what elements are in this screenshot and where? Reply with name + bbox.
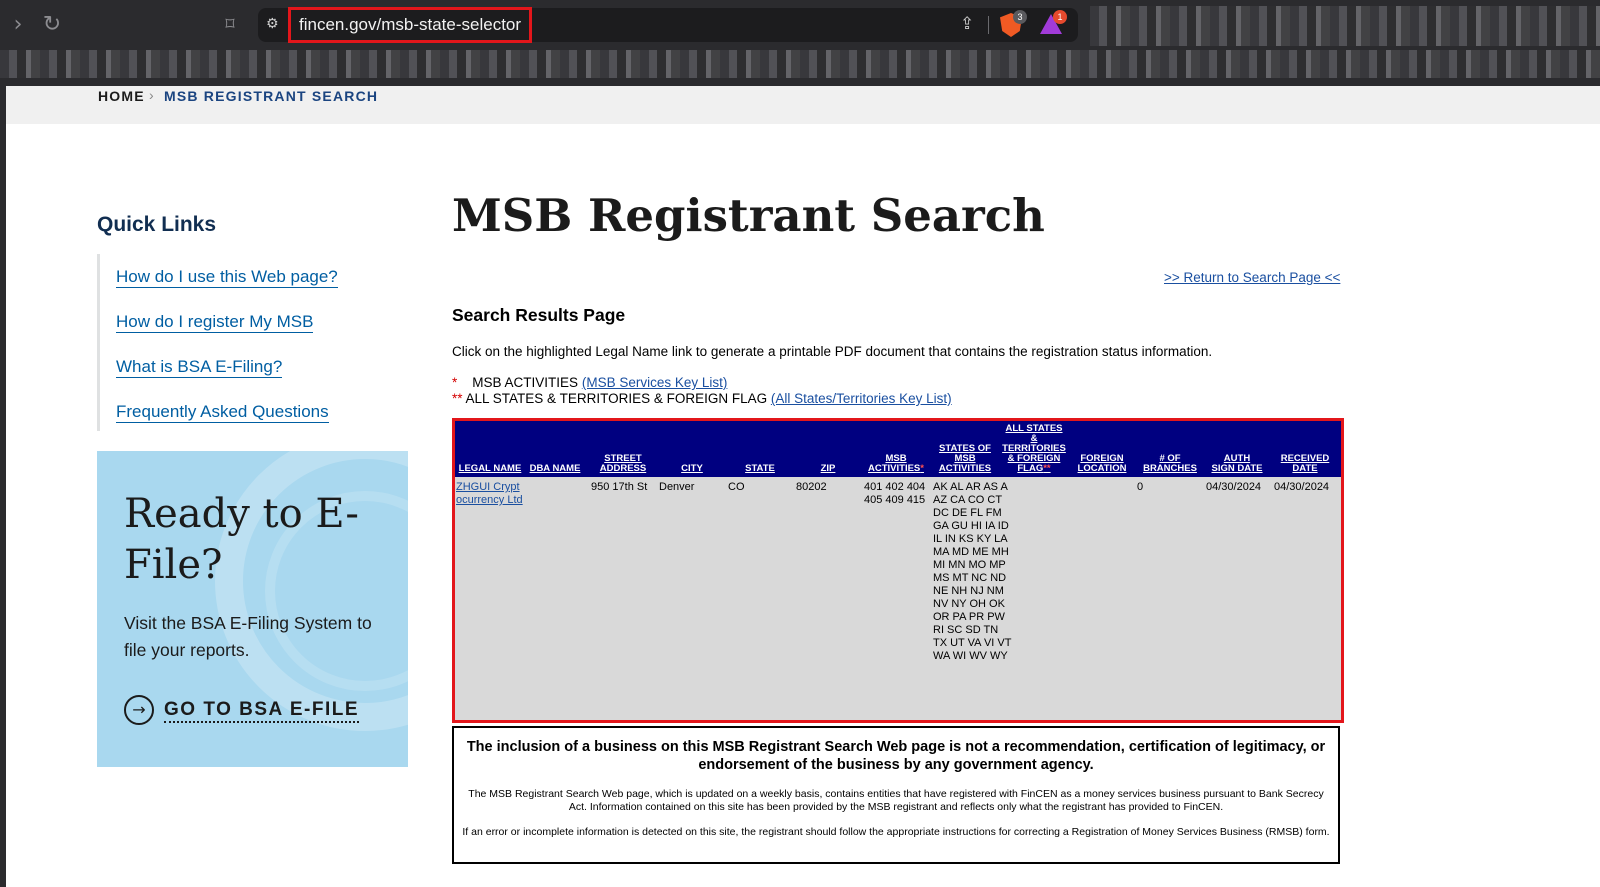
blurred-extensions-area <box>1090 6 1600 46</box>
col-num-branches[interactable]: # OF BRANCHES <box>1143 454 1197 474</box>
quick-links-title: Quick Links <box>97 213 217 236</box>
rewards-count-badge: 1 <box>1053 10 1067 24</box>
browser-toolbar: › ↻ ⌑ ⚙ fincen.gov/msb-state-selector ⇪ … <box>0 0 1600 50</box>
efile-promo-title: Ready to E-File? <box>124 491 359 588</box>
cell-city: Denver <box>659 481 695 493</box>
cell-msb-activities: 401 402 404 405 409 415 <box>864 481 926 506</box>
efile-promo-card: Ready to E-File? Visit the BSA E-Filing … <box>97 451 408 767</box>
quick-link-use-web-page[interactable]: How do I use this Web page? <box>116 266 338 288</box>
col-state[interactable]: STATE <box>741 464 779 474</box>
col-msb-activities-label[interactable]: MSB ACTIVITIES <box>868 453 920 474</box>
breadcrumb-separator: › <box>149 87 154 103</box>
cell-received-date: 04/30/2024 <box>1274 481 1330 493</box>
quick-link-faq[interactable]: Frequently Asked Questions <box>116 401 329 423</box>
disclaimer-box: The inclusion of a business on this MSB … <box>452 726 1340 864</box>
page-title: MSB Registrant Search <box>452 189 1045 242</box>
cell-auth-sign-date: 04/30/2024 <box>1206 481 1262 493</box>
share-icon[interactable]: ⇪ <box>960 14 974 34</box>
msb-activities-key-line: * MSB ACTIVITIES (MSB Services Key List) <box>452 375 727 390</box>
url-text[interactable]: fincen.gov/msb-state-selector <box>288 7 533 43</box>
msb-activities-label: MSB ACTIVITIES <box>472 375 579 390</box>
page-content: HOME › MSB REGISTRANT SEARCH Quick Links… <box>6 86 1600 887</box>
col-msb-activities[interactable]: MSB ACTIVITIES* <box>867 454 925 474</box>
shields-count-badge: 3 <box>1013 10 1027 24</box>
quick-links-list: How do I use this Web page? How do I reg… <box>97 254 338 431</box>
results-table-header: LEGAL NAME DBA NAME STREET ADDRESS CITY … <box>455 421 1341 477</box>
double-asterisk-marker: ** <box>452 391 463 406</box>
cell-legal-name: ZHGUI Cryptocurrency Ltd <box>456 481 524 507</box>
col-received-date[interactable]: RECEIVED DATE <box>1275 454 1335 474</box>
blurred-bookmarks-area <box>0 50 1600 78</box>
reload-icon[interactable]: ↻ <box>40 13 64 37</box>
forward-icon[interactable]: › <box>6 13 30 37</box>
disclaimer-paragraph-update: The MSB Registrant Search Web page, whic… <box>468 788 1324 813</box>
address-bar-divider <box>988 16 989 34</box>
col-all-states[interactable]: ALL STATES & TERRITORIES & FOREIGN FLAG*… <box>1001 424 1067 474</box>
cell-num-branches: 0 <box>1137 481 1144 493</box>
col-foreign-location[interactable]: FOREIGN LOCATION <box>1075 454 1129 474</box>
cell-street-address: 950 17th St <box>591 481 648 493</box>
col-states-of-msb-activities[interactable]: STATES OF MSB ACTIVITIES <box>937 444 993 474</box>
col-all-states-label[interactable]: ALL STATES & TERRITORIES & FOREIGN FLAG <box>1002 423 1066 474</box>
col-legal-name[interactable]: LEGAL NAME <box>458 464 522 474</box>
cell-states-of-msb-activities: AK AL AR AS A AZ CA CO CT DC DE FL FM GA… <box>933 481 1012 662</box>
col-auth-sign-date[interactable]: AUTH SIGN DATE <box>1211 454 1263 474</box>
all-states-label: ALL STATES & TERRITORIES & FOREIGN FLAG <box>465 391 768 406</box>
all-states-key-line: ** ALL STATES & TERRITORIES & FOREIGN FL… <box>452 391 952 406</box>
cell-zip: 80202 <box>796 481 827 493</box>
bookmarks-bar <box>0 50 1600 78</box>
site-settings-icon[interactable]: ⚙ <box>266 16 284 34</box>
disclaimer-paragraph-errors: If an error or incomplete information is… <box>462 826 1330 838</box>
efile-promo-text: Visit the BSA E-Filing System to file yo… <box>124 613 372 660</box>
go-to-bsa-efile-label[interactable]: GO TO BSA E-FILE <box>164 699 360 723</box>
breadcrumb-current[interactable]: MSB REGISTRANT SEARCH <box>164 88 378 104</box>
single-asterisk-marker: * <box>452 375 458 390</box>
col-dba-name[interactable]: DBA NAME <box>529 464 581 474</box>
disclaimer-headline: The inclusion of a business on this MSB … <box>466 739 1326 773</box>
cell-state: CO <box>728 481 745 493</box>
breadcrumb: HOME › MSB REGISTRANT SEARCH <box>6 86 1600 124</box>
msb-services-key-list-link[interactable]: (MSB Services Key List) <box>582 375 728 390</box>
col-street-address[interactable]: STREET ADDRESS <box>599 454 647 474</box>
bookmark-icon[interactable]: ⌑ <box>218 13 242 37</box>
all-states-header-marker: ** <box>1043 463 1051 474</box>
instruction-text: Click on the highlighted Legal Name link… <box>452 344 1213 359</box>
return-to-search-link[interactable]: >> Return to Search Page << <box>1164 270 1340 285</box>
legal-name-pdf-link[interactable]: ZHGUI Cryptocurrency Ltd <box>456 481 523 506</box>
quick-link-bsa-efiling[interactable]: What is BSA E-Filing? <box>116 356 283 378</box>
quick-link-register-msb[interactable]: How do I register My MSB <box>116 311 314 333</box>
search-results-heading: Search Results Page <box>452 305 626 325</box>
all-states-key-list-link[interactable]: (All States/Territories Key List) <box>771 391 952 406</box>
col-zip[interactable]: ZIP <box>815 464 841 474</box>
results-table: LEGAL NAME DBA NAME STREET ADDRESS CITY … <box>452 418 1344 723</box>
arrow-right-circle-icon[interactable]: → <box>124 695 154 725</box>
msb-activities-header-marker: * <box>920 463 924 474</box>
col-city[interactable]: CITY <box>675 464 709 474</box>
breadcrumb-home-link[interactable]: HOME <box>98 88 145 104</box>
